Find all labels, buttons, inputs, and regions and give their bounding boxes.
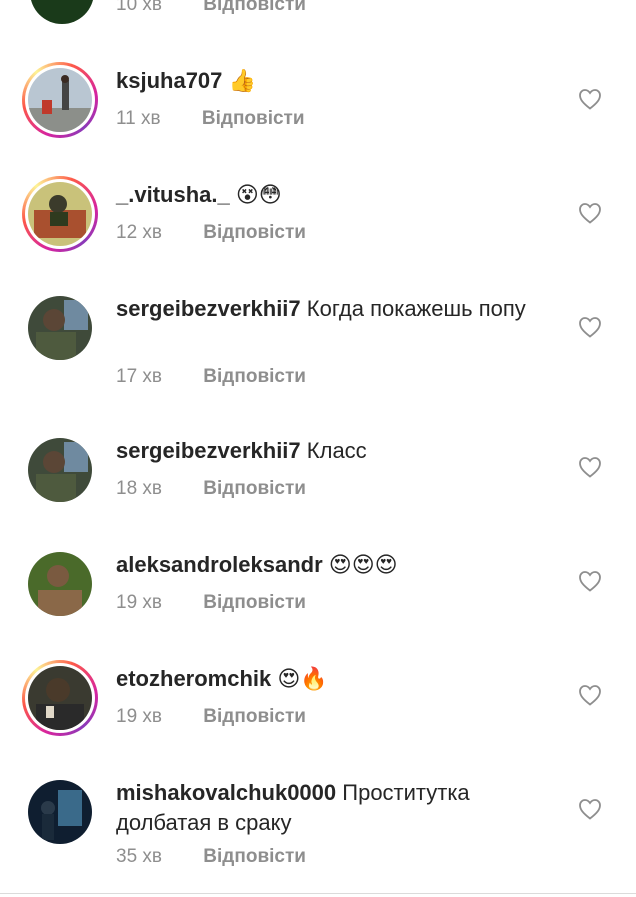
reply-button[interactable]: Відповісти bbox=[203, 706, 306, 727]
comment-time: 19 хв bbox=[116, 592, 163, 613]
reply-button[interactable]: Відповісти bbox=[203, 846, 306, 867]
reply-button[interactable]: Відповісти bbox=[203, 478, 306, 499]
heart-outline-icon[interactable] bbox=[578, 88, 602, 110]
comment-body: Класс bbox=[306, 438, 367, 463]
avatar bbox=[28, 296, 92, 360]
comment-text: _.vitusha._ 😵😳 bbox=[116, 180, 536, 211]
comment-username[interactable]: etozheromchik bbox=[116, 666, 271, 691]
comment-time: 12 хв bbox=[116, 222, 163, 243]
avatar-story-ring[interactable] bbox=[22, 176, 98, 252]
comment-time: 35 хв bbox=[116, 846, 163, 867]
comment-meta: 35 хв Відповісти bbox=[116, 846, 306, 868]
comment-time: 11 хв bbox=[116, 108, 161, 129]
comment-meta: 17 хв Відповісти bbox=[116, 366, 306, 388]
comment-username[interactable]: _.vitusha._ bbox=[116, 182, 230, 207]
comment-text: sergeibezverkhii7 Когда покажешь попу bbox=[116, 294, 536, 324]
comment-emoji: 😍🔥 bbox=[277, 667, 328, 692]
heart-outline-icon[interactable] bbox=[578, 798, 602, 820]
divider bbox=[0, 893, 636, 894]
avatar-frame[interactable] bbox=[22, 774, 98, 850]
avatar bbox=[28, 780, 92, 844]
heart-outline-icon[interactable] bbox=[578, 202, 602, 224]
avatar-story-ring[interactable] bbox=[22, 660, 98, 736]
comment-body: Когда покажешь попу bbox=[306, 296, 526, 321]
comment-meta: 10 хв Відповісти bbox=[116, 0, 306, 16]
comment-username[interactable]: mishakovalchuk0000 bbox=[116, 780, 336, 805]
comment-meta: 12 хв Відповісти bbox=[116, 222, 306, 244]
comment-meta: 11 хв Відповісти bbox=[116, 108, 305, 130]
avatar bbox=[28, 666, 92, 730]
comment-meta: 19 хв Відповісти bbox=[116, 706, 306, 728]
comment-text: etozheromchik 😍🔥 bbox=[116, 664, 536, 695]
reply-button[interactable]: Відповісти bbox=[203, 222, 306, 243]
avatar-frame[interactable] bbox=[22, 290, 98, 366]
avatar bbox=[28, 182, 92, 246]
reply-button[interactable]: Відповісти bbox=[202, 108, 305, 129]
avatar-frame[interactable] bbox=[22, 546, 98, 622]
comment-text: ksjuha707 👍 bbox=[116, 66, 536, 97]
comment-text: mishakovalchuk0000 Проститутка долбатая … bbox=[116, 778, 536, 838]
heart-outline-icon[interactable] bbox=[578, 456, 602, 478]
avatar bbox=[28, 68, 92, 132]
comment-username[interactable]: ksjuha707 bbox=[116, 68, 222, 93]
comment-text: sergeibezverkhii7 Класс bbox=[116, 436, 536, 466]
heart-outline-icon[interactable] bbox=[578, 570, 602, 592]
comment-time: 10 хв bbox=[116, 0, 163, 15]
comment-username[interactable]: aleksandroleksandr bbox=[116, 552, 323, 577]
comment-emoji: 👍 bbox=[228, 69, 256, 94]
reply-button[interactable]: Відповісти bbox=[203, 366, 306, 387]
comment-username[interactable]: sergeibezverkhii7 bbox=[116, 296, 301, 321]
comment-meta: 18 хв Відповісти bbox=[116, 478, 306, 500]
comment-emoji: 😵😳 bbox=[235, 183, 282, 208]
comment-meta: 19 хв Відповісти bbox=[116, 592, 306, 614]
comment-emoji: 😍😍😍 bbox=[328, 553, 398, 578]
avatar-story-ring[interactable] bbox=[22, 62, 98, 138]
comment-time: 17 хв bbox=[116, 366, 163, 387]
reply-button[interactable]: Відповісти bbox=[203, 0, 306, 15]
heart-outline-icon[interactable] bbox=[578, 684, 602, 706]
avatar[interactable] bbox=[30, 0, 94, 24]
reply-button[interactable]: Відповісти bbox=[203, 592, 306, 613]
heart-outline-icon[interactable] bbox=[578, 316, 602, 338]
avatar-frame[interactable] bbox=[22, 432, 98, 508]
comment-time: 18 хв bbox=[116, 478, 163, 499]
comment-username[interactable]: sergeibezverkhii7 bbox=[116, 438, 301, 463]
avatar bbox=[28, 552, 92, 616]
comment-text: aleksandroleksandr 😍😍😍 bbox=[116, 550, 536, 581]
avatar bbox=[28, 438, 92, 502]
comment-time: 19 хв bbox=[116, 706, 163, 727]
